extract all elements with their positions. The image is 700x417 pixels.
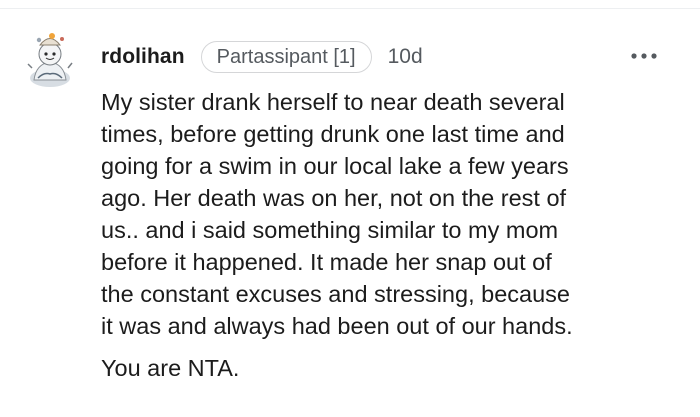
comment-line: My sister drank herself to near death se… — [101, 89, 565, 115]
comment: rdolihan Partassipant [1] 10d My sister … — [0, 0, 700, 417]
comment-timestamp[interactable]: 10d — [388, 45, 423, 69]
comment-line: before it happened. It made her snap out… — [101, 249, 552, 275]
comment-line: the constant excuses and stressing, beca… — [101, 281, 570, 307]
more-horizontal-icon — [631, 53, 657, 59]
user-flair-badge: Partassipant [1] — [200, 41, 372, 73]
comment-line: times, before getting drunk one last tim… — [101, 121, 565, 147]
comment-line: going for a swim in our local lake a few… — [101, 153, 569, 179]
comment-line: ago. Her death was on her, not on the re… — [101, 185, 567, 211]
more-options-button[interactable] — [626, 44, 662, 68]
comment-line: it was and always had been out of our ha… — [101, 313, 573, 339]
comment-paragraph: My sister drank herself to near death se… — [101, 86, 691, 342]
comment-line: us.. and i said something similar to my … — [101, 217, 559, 243]
avatar[interactable] — [22, 28, 78, 90]
comment-header: rdolihan Partassipant [1] 10d — [101, 40, 423, 74]
username-link[interactable]: rdolihan — [101, 45, 185, 69]
comment-line: You are NTA. — [101, 355, 240, 381]
comment-body: My sister drank herself to near death se… — [101, 86, 691, 384]
comment-paragraph: You are NTA. — [101, 352, 691, 384]
